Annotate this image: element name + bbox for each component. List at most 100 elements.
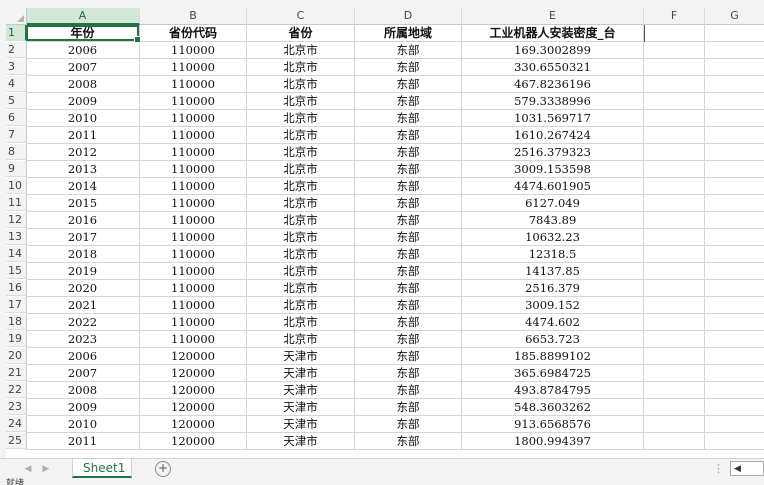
cell-d23[interactable]: 东部 xyxy=(355,399,462,416)
cell-a24[interactable]: 2010 xyxy=(26,416,140,433)
cell-b1[interactable]: 省份代码 xyxy=(140,25,247,42)
cell-b20[interactable]: 120000 xyxy=(140,348,247,365)
cell-e12[interactable]: 7843.89 xyxy=(462,212,644,229)
cell-d13[interactable]: 东部 xyxy=(355,229,462,246)
cell-d7[interactable]: 东部 xyxy=(355,127,462,144)
cell-b2[interactable]: 110000 xyxy=(140,42,247,59)
row-header[interactable]: 9 xyxy=(6,161,27,177)
cell-g20[interactable] xyxy=(705,348,764,365)
cell-g24[interactable] xyxy=(705,416,764,433)
cell-d15[interactable]: 东部 xyxy=(355,263,462,280)
column-header-d[interactable]: D xyxy=(355,8,462,25)
cell-e14[interactable]: 12318.5 xyxy=(462,246,644,263)
cell-c16[interactable]: 北京市 xyxy=(247,280,355,297)
cell-c22[interactable]: 天津市 xyxy=(247,382,355,399)
cell-a10[interactable]: 2014 xyxy=(26,178,140,195)
cell-e2[interactable]: 169.3002899 xyxy=(462,42,644,59)
cell-f11[interactable] xyxy=(644,195,705,212)
cell-f1[interactable] xyxy=(644,25,705,42)
cell-b19[interactable]: 110000 xyxy=(140,331,247,348)
row-header[interactable]: 1 xyxy=(6,25,27,41)
cell-g10[interactable] xyxy=(705,178,764,195)
cell-g23[interactable] xyxy=(705,399,764,416)
cell-a11[interactable]: 2015 xyxy=(26,195,140,212)
cell-a5[interactable]: 2009 xyxy=(26,93,140,110)
cell-a16[interactable]: 2020 xyxy=(26,280,140,297)
cell-e22[interactable]: 493.8784795 xyxy=(462,382,644,399)
cell-d17[interactable]: 东部 xyxy=(355,297,462,314)
next-sheet-icon[interactable]: ▶ xyxy=(40,462,52,476)
cell-b25[interactable]: 120000 xyxy=(140,433,247,450)
cell-b4[interactable]: 110000 xyxy=(140,76,247,93)
cell-c5[interactable]: 北京市 xyxy=(247,93,355,110)
cell-g3[interactable] xyxy=(705,59,764,76)
cell-c23[interactable]: 天津市 xyxy=(247,399,355,416)
cell-e18[interactable]: 4474.602 xyxy=(462,314,644,331)
cell-a20[interactable]: 2006 xyxy=(26,348,140,365)
column-header-b[interactable]: B xyxy=(140,8,247,25)
cell-b7[interactable]: 110000 xyxy=(140,127,247,144)
cell-c19[interactable]: 北京市 xyxy=(247,331,355,348)
cell-f22[interactable] xyxy=(644,382,705,399)
cell-c11[interactable]: 北京市 xyxy=(247,195,355,212)
cell-d2[interactable]: 东部 xyxy=(355,42,462,59)
row-header[interactable]: 21 xyxy=(6,365,27,381)
cell-b3[interactable]: 110000 xyxy=(140,59,247,76)
cell-g18[interactable] xyxy=(705,314,764,331)
row-header[interactable]: 3 xyxy=(6,59,27,75)
row-header[interactable]: 7 xyxy=(6,127,27,143)
cell-a6[interactable]: 2010 xyxy=(26,110,140,127)
cell-f2[interactable] xyxy=(644,42,705,59)
cell-f12[interactable] xyxy=(644,212,705,229)
cell-g5[interactable] xyxy=(705,93,764,110)
cell-b16[interactable]: 110000 xyxy=(140,280,247,297)
row-header[interactable]: 4 xyxy=(6,76,27,92)
cell-b24[interactable]: 120000 xyxy=(140,416,247,433)
cell-d10[interactable]: 东部 xyxy=(355,178,462,195)
row-header[interactable]: 24 xyxy=(6,416,27,432)
cell-c15[interactable]: 北京市 xyxy=(247,263,355,280)
cell-c1[interactable]: 省份 xyxy=(247,25,355,42)
cell-d4[interactable]: 东部 xyxy=(355,76,462,93)
cell-g14[interactable] xyxy=(705,246,764,263)
cell-a19[interactable]: 2023 xyxy=(26,331,140,348)
cell-f21[interactable] xyxy=(644,365,705,382)
cell-e23[interactable]: 548.3603262 xyxy=(462,399,644,416)
cell-c9[interactable]: 北京市 xyxy=(247,161,355,178)
cell-a13[interactable]: 2017 xyxy=(26,229,140,246)
cell-f5[interactable] xyxy=(644,93,705,110)
cell-g25[interactable] xyxy=(705,433,764,450)
row-header[interactable]: 14 xyxy=(6,246,27,262)
cell-a8[interactable]: 2012 xyxy=(26,144,140,161)
cell-f23[interactable] xyxy=(644,399,705,416)
cell-g13[interactable] xyxy=(705,229,764,246)
cell-a23[interactable]: 2009 xyxy=(26,399,140,416)
plus-circle-icon[interactable]: + xyxy=(155,461,171,477)
cell-e4[interactable]: 467.8236196 xyxy=(462,76,644,93)
cell-e6[interactable]: 1031.569717 xyxy=(462,110,644,127)
cell-e13[interactable]: 10632.23 xyxy=(462,229,644,246)
cell-a17[interactable]: 2021 xyxy=(26,297,140,314)
cell-d6[interactable]: 东部 xyxy=(355,110,462,127)
column-header-e[interactable]: E xyxy=(462,8,644,25)
cell-d14[interactable]: 东部 xyxy=(355,246,462,263)
cell-b13[interactable]: 110000 xyxy=(140,229,247,246)
cell-f3[interactable] xyxy=(644,59,705,76)
cell-d16[interactable]: 东部 xyxy=(355,280,462,297)
cell-c21[interactable]: 天津市 xyxy=(247,365,355,382)
row-header[interactable]: 11 xyxy=(6,195,27,211)
cell-g2[interactable] xyxy=(705,42,764,59)
cell-a1[interactable]: 年份 xyxy=(26,25,140,42)
cell-c12[interactable]: 北京市 xyxy=(247,212,355,229)
cell-c20[interactable]: 天津市 xyxy=(247,348,355,365)
cell-g8[interactable] xyxy=(705,144,764,161)
cell-c14[interactable]: 北京市 xyxy=(247,246,355,263)
cell-g16[interactable] xyxy=(705,280,764,297)
cell-d1[interactable]: 所属地域 xyxy=(355,25,462,42)
cell-c13[interactable]: 北京市 xyxy=(247,229,355,246)
cell-b15[interactable]: 110000 xyxy=(140,263,247,280)
cell-a25[interactable]: 2011 xyxy=(26,433,140,450)
cell-d18[interactable]: 东部 xyxy=(355,314,462,331)
cell-a7[interactable]: 2011 xyxy=(26,127,140,144)
cell-f6[interactable] xyxy=(644,110,705,127)
